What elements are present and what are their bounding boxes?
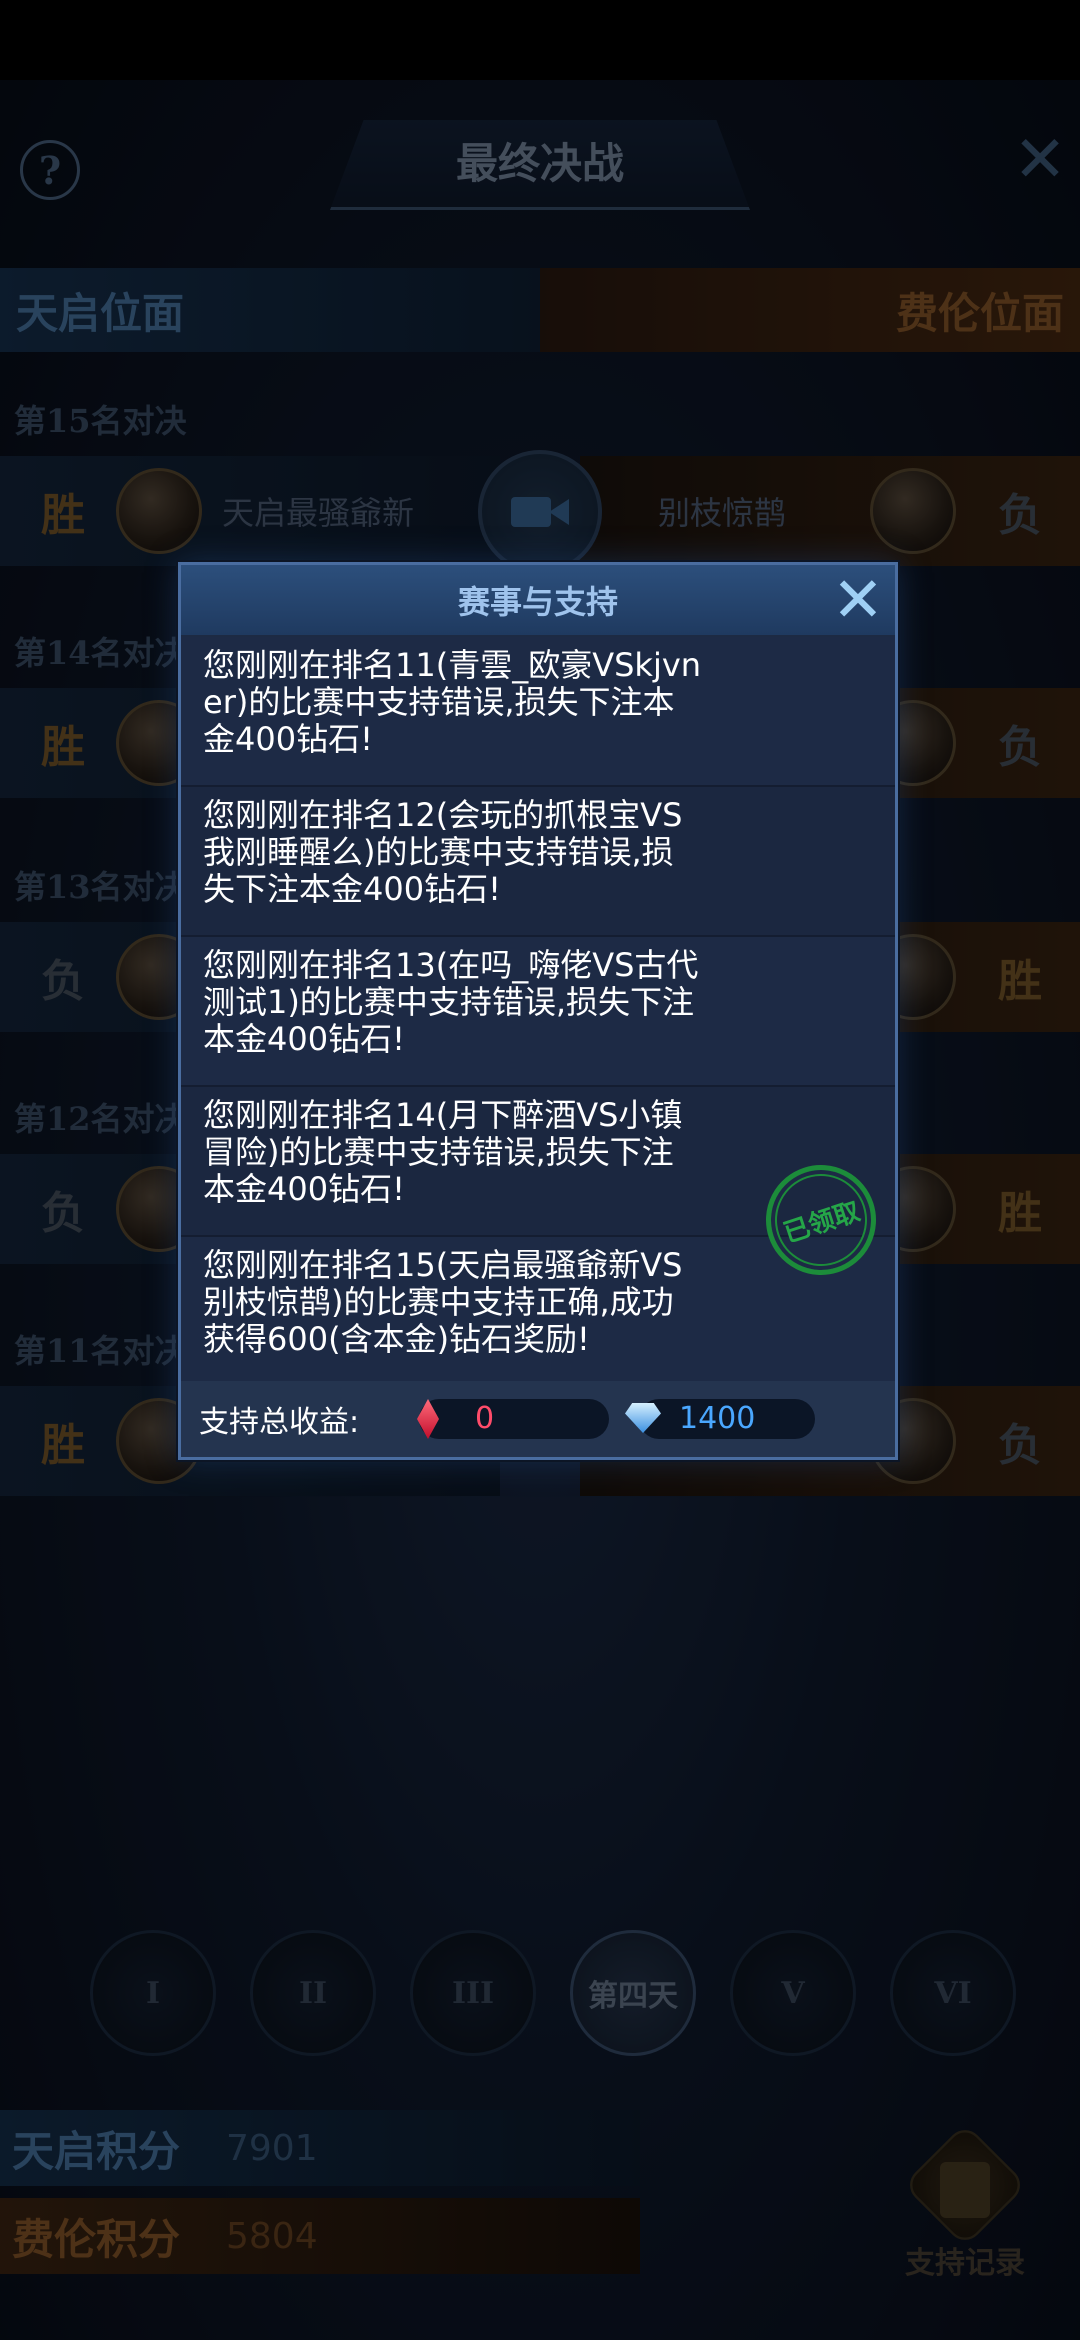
message-text: 您刚刚在排名13(在吗_嗨佬VS古代测试1)的比赛中支持错误,损失下注本金400…	[203, 946, 699, 1058]
dialog-header: 赛事与支持 ✕	[181, 565, 895, 635]
ruby-earnings: 0	[417, 1399, 609, 1439]
diamond-earnings: 1400	[625, 1399, 815, 1439]
message-list[interactable]: 您刚刚在排名11(青雲_欧豪VSkjvner)的比赛中支持错误,损失下注本金40…	[181, 637, 895, 1387]
diamond-icon	[625, 1403, 661, 1433]
message-text: 您刚刚在排名14(月下醉酒VS小镇冒险)的比赛中支持错误,损失下注本金400钻石…	[203, 1096, 683, 1208]
list-item: 您刚刚在排名13(在吗_嗨佬VS古代测试1)的比赛中支持错误,损失下注本金400…	[181, 937, 895, 1087]
message-text: 您刚刚在排名15(天启最骚爺新VS别枝惊鹊)的比赛中支持正确,成功获得600(含…	[203, 1246, 683, 1358]
diamond-value: 1400	[679, 1401, 756, 1436]
ruby-value: 0	[475, 1401, 495, 1436]
total-earnings-label: 支持总收益:	[199, 1405, 360, 1440]
status-bar	[0, 0, 1080, 80]
support-results-dialog: 赛事与支持 ✕ 您刚刚在排名11(青雲_欧豪VSkjvner)的比赛中支持错误,…	[178, 562, 898, 1460]
claimed-stamp-text: 已领取	[780, 1196, 864, 1249]
dialog-footer: 支持总收益: 0 1400	[181, 1381, 895, 1457]
list-item: 您刚刚在排名12(会玩的抓根宝VS我刚睡醒么)的比赛中支持错误,损失下注本金40…	[181, 787, 895, 937]
dialog-title: 赛事与支持	[457, 583, 618, 621]
ruby-icon	[417, 1399, 439, 1439]
list-item: 您刚刚在排名11(青雲_欧豪VSkjvner)的比赛中支持错误,损失下注本金40…	[181, 637, 895, 787]
message-text: 您刚刚在排名12(会玩的抓根宝VS我刚睡醒么)的比赛中支持错误,损失下注本金40…	[203, 796, 683, 908]
dialog-close-icon[interactable]: ✕	[829, 569, 887, 631]
message-text: 您刚刚在排名11(青雲_欧豪VSkjvner)的比赛中支持错误,损失下注本金40…	[203, 646, 702, 758]
